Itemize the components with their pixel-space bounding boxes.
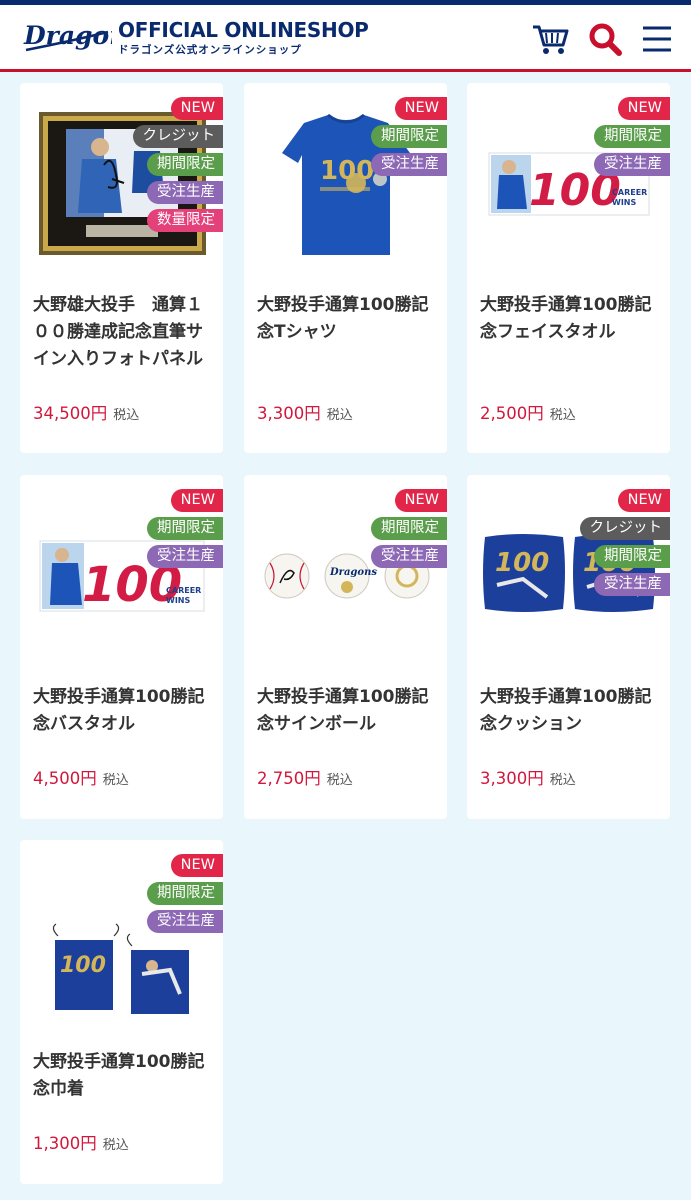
product-price-row: 2,500円 税込	[480, 400, 576, 424]
product-price: 2,500円	[480, 404, 544, 423]
badge-new: NEW	[617, 489, 670, 512]
badge-limited-period: 期間限定	[371, 517, 447, 540]
product-card[interactable]: 100 NEW 期間限定 受注生産 大野投手通算100勝記念Tシャツ 3,300…	[244, 83, 447, 453]
product-price: 2,750円	[257, 769, 321, 788]
svg-text:WINS: WINS	[166, 596, 190, 605]
product-name[interactable]: 大野投手通算100勝記念フェイスタオル	[480, 292, 662, 346]
product-name[interactable]: 大野雄大投手 通算１００勝達成記念直筆サイン入りフォトパネル	[33, 292, 215, 373]
tax-label: 税込	[549, 773, 576, 788]
product-name[interactable]: 大野投手通算100勝記念巾着	[33, 1049, 215, 1103]
tax-label: 税込	[549, 408, 576, 423]
badge-limited-period: 期間限定	[147, 517, 223, 540]
product-price: 34,500円	[33, 404, 108, 423]
product-price-row: 2,750円 税込	[257, 765, 353, 789]
product-card[interactable]: Dragons NEW 期間限定 受注生産 大野投手通算100勝記念サインボール…	[244, 475, 447, 819]
product-price: 1,300円	[33, 1134, 97, 1153]
product-grid: NEW クレジット 期間限定 受注生産 数量限定 大野雄大投手 通算１００勝達成…	[20, 83, 671, 1193]
badge-made-to-order: 受注生産	[371, 153, 447, 176]
menu-icon[interactable]	[637, 19, 677, 59]
product-price-row: 3,300円 税込	[480, 765, 576, 789]
badge-made-to-order: 受注生産	[594, 573, 670, 596]
tax-label: 税込	[113, 408, 140, 423]
badge-made-to-order: 受注生産	[147, 181, 223, 204]
badge-new: NEW	[170, 854, 223, 877]
svg-text:100: 100	[495, 548, 549, 578]
product-card[interactable]: 100 CAREER WINS NEW 期間限定 受注生産 大野投手通算100勝…	[467, 83, 670, 453]
product-price-row: 1,300円 税込	[33, 1130, 129, 1154]
site-header: Dragons OFFICIAL ONLINESHOP ドラゴンズ公式オンライン…	[0, 5, 691, 69]
product-name[interactable]: 大野投手通算100勝記念サインボール	[257, 684, 439, 738]
product-card[interactable]: NEW クレジット 期間限定 受注生産 数量限定 大野雄大投手 通算１００勝達成…	[20, 83, 223, 453]
svg-text:WINS: WINS	[612, 198, 636, 207]
svg-text:Dragons: Dragons	[329, 567, 377, 578]
shop-subtitle: ドラゴンズ公式オンラインショップ	[118, 44, 302, 56]
badge-limited-period: 期間限定	[147, 882, 223, 905]
tax-label: 税込	[326, 408, 353, 423]
badge-limited-period: 期間限定	[594, 125, 670, 148]
product-card[interactable]: 100 NEW 期間限定 受注生産 大野投手通算100勝記念巾着 1,300円税…	[20, 840, 223, 1184]
cart-icon[interactable]	[530, 19, 570, 59]
product-price-row: 34,500円 税込	[33, 400, 139, 424]
tax-label: 税込	[102, 1138, 129, 1153]
shop-title: OFFICIAL ONLINESHOP	[118, 18, 369, 42]
badge-new: NEW	[394, 489, 447, 512]
badge-new: NEW	[617, 97, 670, 120]
badge-new: NEW	[170, 489, 223, 512]
badge-limited-period: 期間限定	[594, 545, 670, 568]
badge-made-to-order: 受注生産	[147, 910, 223, 933]
svg-text:100: 100	[60, 953, 106, 978]
product-name[interactable]: 大野投手通算100勝記念クッション	[480, 684, 662, 738]
badge-made-to-order: 受注生産	[371, 545, 447, 568]
product-price: 3,300円	[257, 404, 321, 423]
badge-new: NEW	[394, 97, 447, 120]
header-red-border	[0, 69, 691, 72]
product-card[interactable]: 100 CAREER WINS NEW 期間限定 受注生産 大野投手通算100勝…	[20, 475, 223, 819]
product-price: 4,500円	[33, 769, 97, 788]
search-icon[interactable]	[585, 19, 625, 59]
product-price-row: 4,500円 税込	[33, 765, 129, 789]
product-name[interactable]: 大野投手通算100勝記念Tシャツ	[257, 292, 439, 346]
svg-text:CAREER: CAREER	[166, 586, 201, 595]
product-card[interactable]: 100 100 NEW クレジット 期間限定 受注生産 大野投手通算100勝記念…	[467, 475, 670, 819]
product-price: 3,300円	[480, 769, 544, 788]
badge-made-to-order: 受注生産	[147, 545, 223, 568]
product-price-row: 3,300円 税込	[257, 400, 353, 424]
badge-credit: クレジット	[579, 517, 670, 540]
badge-limited-quantity: 数量限定	[147, 209, 223, 232]
badge-new: NEW	[170, 97, 223, 120]
product-name[interactable]: 大野投手通算100勝記念バスタオル	[33, 684, 215, 738]
badge-limited-period: 期間限定	[371, 125, 447, 148]
tax-label: 税込	[102, 773, 129, 788]
badge-credit: クレジット	[132, 125, 223, 148]
svg-text:CAREER: CAREER	[612, 188, 647, 197]
tax-label: 税込	[326, 773, 353, 788]
dragons-logo[interactable]: Dragons	[22, 14, 141, 56]
badge-made-to-order: 受注生産	[594, 153, 670, 176]
badge-limited-period: 期間限定	[147, 153, 223, 176]
